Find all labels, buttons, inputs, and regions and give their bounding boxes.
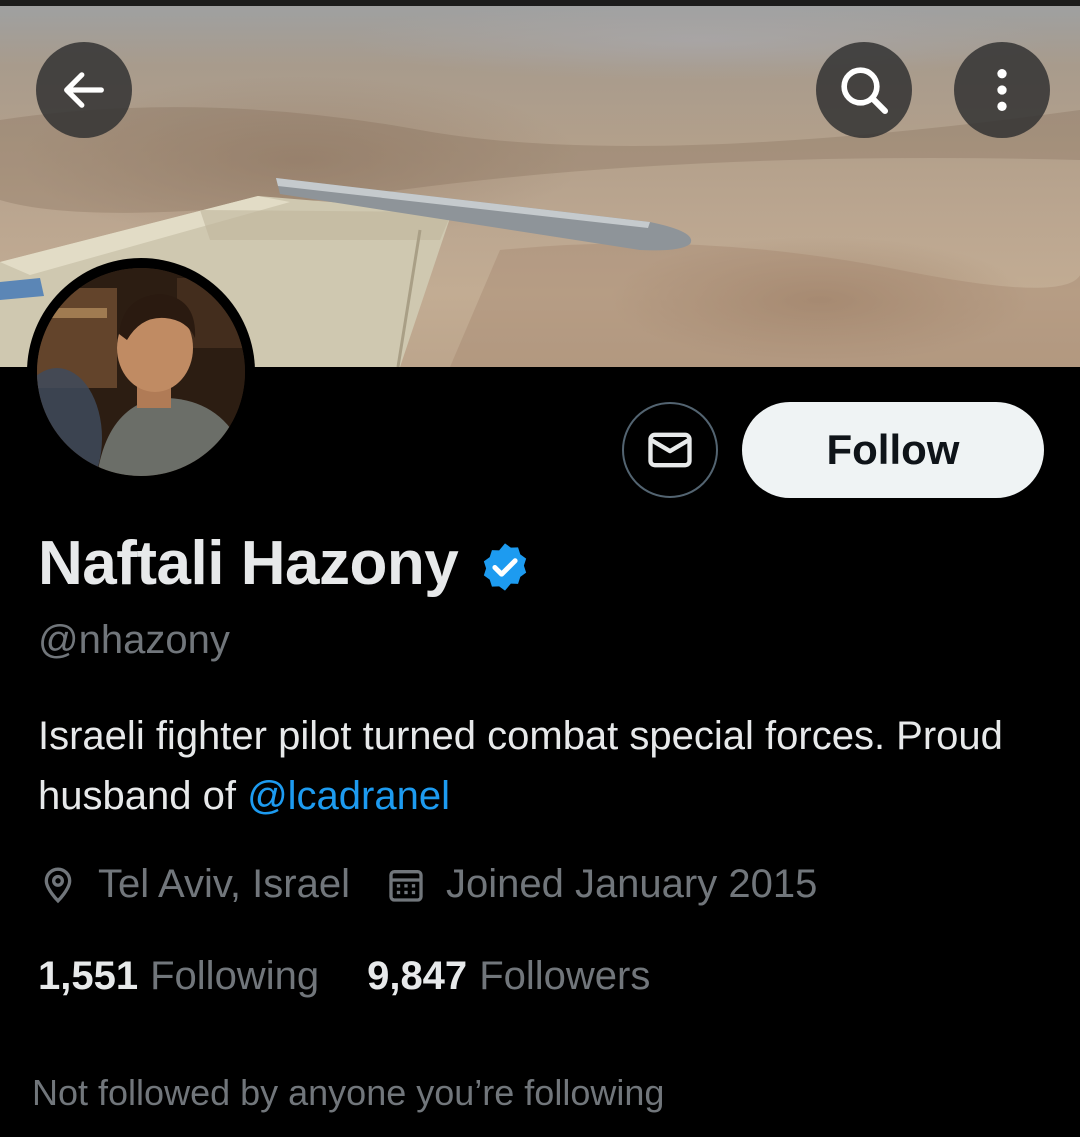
location-pin-icon [44,866,72,903]
follow-stats: 1,551 Following 9,847 Followers [38,954,650,999]
location-text: Tel Aviv, Israel [98,862,350,906]
following-count: 1,551 [38,954,139,998]
following-label: Following [150,954,320,998]
more-options-button[interactable] [954,42,1050,138]
avatar-photo [37,268,245,476]
user-handle: @nhazony [38,618,230,662]
arrow-left-icon [64,72,104,108]
name-row: Naftali Hazony [38,528,532,599]
location-item: Tel Aviv, Israel [38,862,350,907]
avatar[interactable] [37,268,245,476]
followers-count: 9,847 [367,954,468,998]
profile-meta: Tel Aviv, Israel Joined January 2015 [38,862,817,907]
verified-badge-icon[interactable] [478,540,532,594]
following-stat[interactable]: 1,551 Following [38,954,319,999]
display-name: Naftali Hazony [38,529,459,598]
search-icon [841,67,889,115]
joined-item: Joined January 2015 [386,862,817,907]
message-button[interactable] [622,402,718,498]
back-button[interactable] [36,42,132,138]
calendar-icon [389,869,423,902]
more-vertical-icon [997,69,1007,111]
avatar-ring [27,258,255,486]
followers-label: Followers [479,954,651,998]
bio-text: Israeli fighter pilot turned combat spec… [38,714,1003,818]
joined-text: Joined January 2015 [445,862,818,906]
search-button[interactable] [816,42,912,138]
bio-mention-link[interactable]: @lcadranel [247,774,450,818]
follow-button[interactable]: Follow [742,402,1044,498]
mail-icon [648,432,692,468]
social-context-text: Not followed by anyone you’re following [32,1072,665,1113]
followers-stat[interactable]: 9,847 Followers [367,954,650,999]
bio: Israeli fighter pilot turned combat spec… [38,706,1068,826]
